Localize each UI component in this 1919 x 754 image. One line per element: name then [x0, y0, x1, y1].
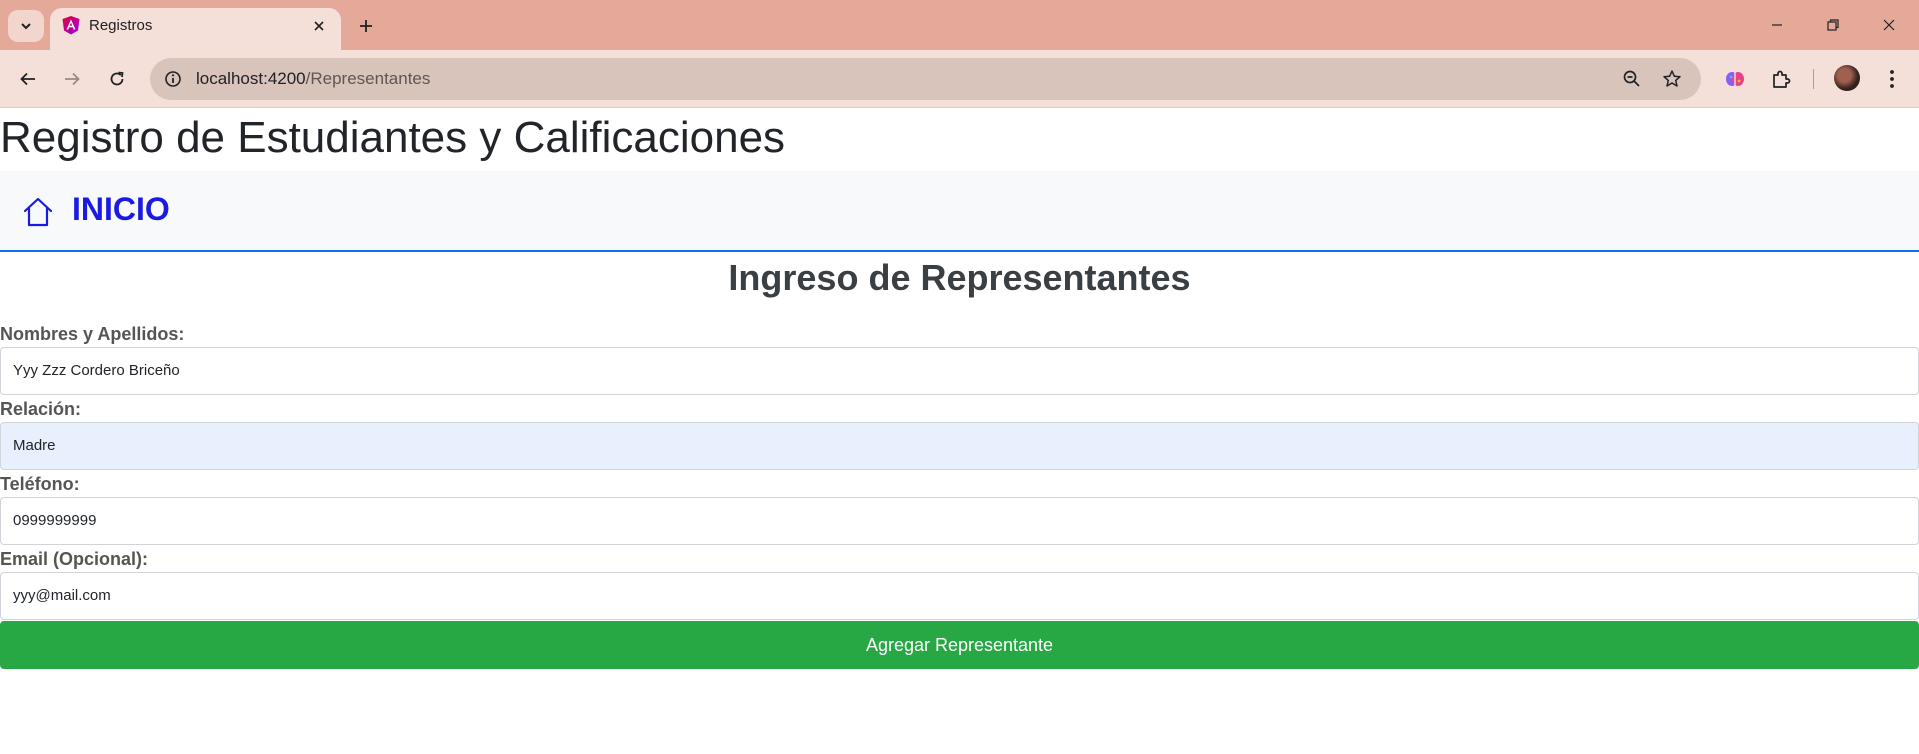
forward-button[interactable]	[56, 63, 88, 95]
profile-avatar[interactable]	[1834, 65, 1860, 91]
form-title: Ingreso de Representantes	[728, 257, 1191, 298]
name-input[interactable]: Yyy Zzz Cordero Briceño	[0, 347, 1919, 395]
extension-button[interactable]	[1719, 63, 1751, 95]
minimize-button[interactable]	[1754, 10, 1800, 40]
home-link[interactable]: INICIO	[72, 191, 170, 228]
relation-label: Relación:	[0, 399, 82, 419]
zoom-button[interactable]	[1620, 67, 1644, 91]
bookmark-button[interactable]	[1660, 67, 1684, 91]
extensions-menu-button[interactable]	[1765, 63, 1797, 95]
reload-button[interactable]	[101, 63, 133, 95]
close-icon	[314, 21, 324, 31]
browser-tab-strip: Registros	[0, 0, 1919, 50]
email-input[interactable]: yyy@mail.com	[0, 572, 1919, 620]
zoom-out-icon	[1623, 70, 1640, 87]
navbar: INICIO	[0, 171, 1919, 252]
app-title: Registro de Estudiantes y Calificaciones	[0, 113, 786, 162]
browser-tab-active[interactable]: Registros	[50, 8, 341, 50]
close-window-button[interactable]	[1866, 10, 1912, 40]
restore-button[interactable]	[1810, 10, 1856, 40]
close-tab-button[interactable]	[309, 16, 329, 36]
star-icon	[1663, 70, 1681, 87]
phone-input[interactable]: 0999999999	[0, 497, 1919, 545]
address-bar[interactable]: localhost:4200/Representantes	[150, 58, 1701, 100]
name-label: Nombres y Apellidos:	[0, 324, 185, 344]
back-button[interactable]	[12, 63, 44, 95]
reload-icon	[110, 71, 124, 86]
brain-extension-icon	[1726, 72, 1744, 86]
arrow-left-icon	[20, 72, 35, 86]
chevron-down-icon	[21, 23, 31, 30]
tab-search-button[interactable]	[8, 10, 44, 42]
arrow-right-icon	[65, 72, 80, 86]
web-page: Registro de Estudiantes y Calificaciones…	[0, 109, 1919, 754]
add-representative-button[interactable]: Agregar Representante	[0, 621, 1919, 669]
email-label: Email (Opcional):	[0, 549, 149, 569]
new-tab-button[interactable]	[352, 12, 380, 40]
info-icon	[165, 71, 181, 87]
url-path: /Representantes	[305, 69, 431, 88]
site-info-button[interactable]	[160, 66, 186, 92]
minimize-icon	[1772, 24, 1782, 26]
toolbar-separator	[1813, 69, 1814, 89]
restore-icon	[1827, 19, 1839, 31]
kebab-menu-icon	[1890, 70, 1894, 88]
phone-label: Teléfono:	[0, 474, 80, 494]
angular-icon	[62, 16, 80, 35]
url-text[interactable]: localhost:4200/Representantes	[196, 69, 430, 89]
tab-title: Registros	[89, 17, 153, 34]
browser-toolbar: localhost:4200/Representantes	[0, 50, 1919, 108]
puzzle-icon	[1773, 70, 1791, 88]
house-icon[interactable]	[22, 196, 54, 228]
close-icon	[1883, 19, 1895, 31]
url-host: localhost:4200	[196, 69, 306, 88]
plus-icon	[360, 20, 372, 32]
browser-menu-button[interactable]	[1876, 63, 1908, 95]
relation-input[interactable]: Madre	[0, 422, 1919, 470]
